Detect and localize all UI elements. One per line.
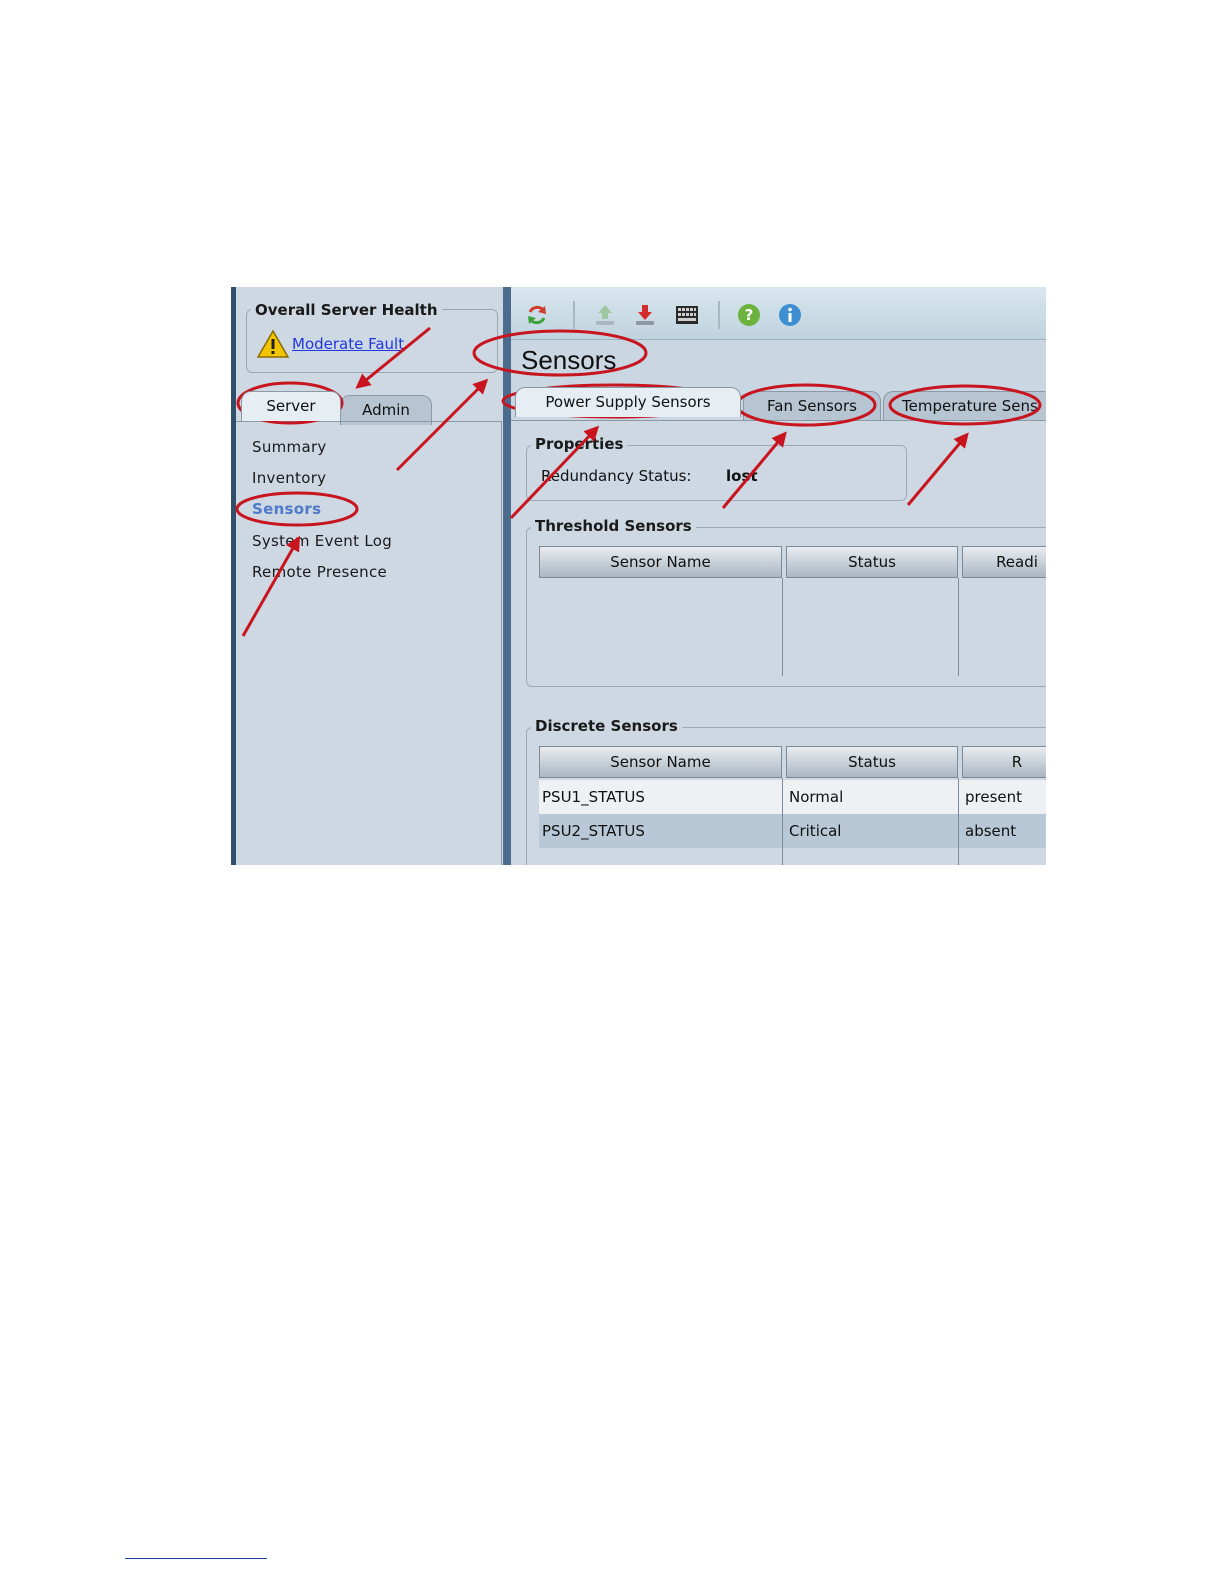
discrete-col-status[interactable]: Status bbox=[786, 746, 958, 778]
column-divider bbox=[782, 778, 783, 865]
properties-title: Properties bbox=[531, 435, 628, 453]
column-divider bbox=[958, 578, 959, 676]
discrete-col-reading[interactable]: R bbox=[962, 746, 1046, 778]
keyboard-icon[interactable] bbox=[675, 303, 699, 327]
toolbar-separator bbox=[718, 301, 720, 329]
threshold-col-reading[interactable]: Readi bbox=[962, 546, 1046, 578]
redundancy-status-label: Redundancy Status: bbox=[541, 467, 692, 485]
threshold-col-sensor-name[interactable]: Sensor Name bbox=[539, 546, 782, 578]
health-title: Overall Server Health bbox=[251, 301, 442, 319]
cell-reading: absent bbox=[965, 822, 1017, 840]
refresh-icon[interactable] bbox=[525, 303, 549, 327]
column-divider bbox=[958, 778, 959, 865]
footnote-rule bbox=[125, 1558, 267, 1559]
threshold-sensors-title: Threshold Sensors bbox=[531, 517, 696, 535]
pane-splitter[interactable] bbox=[503, 287, 511, 865]
tab-server[interactable]: Server bbox=[241, 391, 341, 421]
toolbar: ? bbox=[511, 287, 1046, 340]
cell-status: Normal bbox=[789, 788, 844, 806]
nav-item-remote-presence[interactable]: Remote Presence bbox=[252, 563, 387, 581]
table-row[interactable]: PSU1_STATUS Normal present bbox=[539, 780, 1046, 814]
nav-item-system-event-log[interactable]: System Event Log bbox=[252, 532, 392, 550]
cell-status: Critical bbox=[789, 822, 842, 840]
toolbar-separator bbox=[573, 301, 575, 329]
page-title: Sensors bbox=[521, 345, 617, 375]
screenshot: Overall Server Health Moderate Fault Ser… bbox=[231, 287, 1046, 865]
tab-content: Properties Redundancy Status: lost Thres… bbox=[511, 420, 1046, 865]
cell-sensor-name: PSU1_STATUS bbox=[542, 788, 645, 806]
power-down-icon[interactable] bbox=[633, 303, 657, 327]
left-navigation-pane: Overall Server Health Moderate Fault Ser… bbox=[231, 287, 507, 865]
tab-power-supply-sensors[interactable]: Power Supply Sensors bbox=[515, 387, 741, 417]
warning-icon bbox=[256, 329, 290, 358]
nav-item-summary[interactable]: Summary bbox=[252, 438, 327, 456]
column-divider bbox=[782, 578, 783, 676]
table-row[interactable]: PSU2_STATUS Critical absent bbox=[539, 814, 1046, 848]
info-icon[interactable] bbox=[778, 303, 802, 327]
threshold-col-status[interactable]: Status bbox=[786, 546, 958, 578]
redundancy-status-value: lost bbox=[726, 467, 758, 485]
tab-temperature-sensors[interactable]: Temperature Sens bbox=[883, 391, 1046, 421]
server-nav-list: Summary Inventory Sensors System Event L… bbox=[236, 421, 502, 865]
nav-item-sensors[interactable]: Sensors bbox=[252, 500, 321, 518]
cell-reading: present bbox=[965, 788, 1023, 806]
main-content-pane: ? Sensors Power Supply Sensors Fan Senso… bbox=[511, 287, 1046, 865]
discrete-col-sensor-name[interactable]: Sensor Name bbox=[539, 746, 782, 778]
nav-item-inventory[interactable]: Inventory bbox=[252, 469, 326, 487]
health-status-link[interactable]: Moderate Fault bbox=[292, 335, 404, 353]
cell-sensor-name: PSU2_STATUS bbox=[542, 822, 645, 840]
discrete-sensors-title: Discrete Sensors bbox=[531, 717, 682, 735]
power-up-icon[interactable] bbox=[593, 303, 617, 327]
tab-fan-sensors[interactable]: Fan Sensors bbox=[743, 391, 881, 421]
svg-text:?: ? bbox=[745, 306, 754, 324]
help-icon[interactable]: ? bbox=[737, 303, 761, 327]
